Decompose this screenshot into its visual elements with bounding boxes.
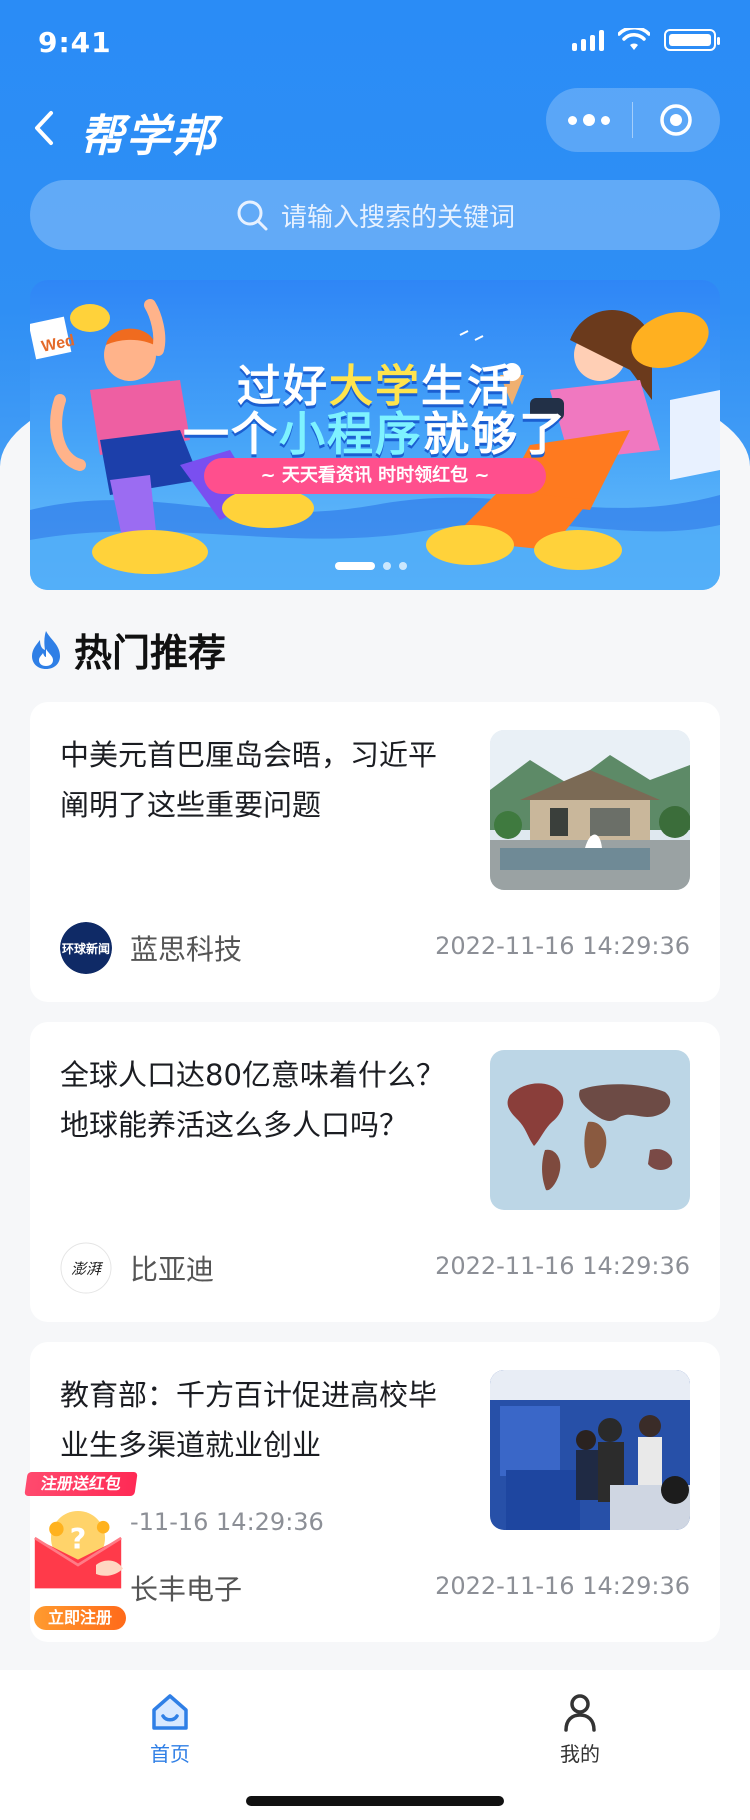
job-fair-photo [490,1370,690,1530]
tab-home-label: 首页 [150,1742,190,1766]
author-name[interactable]: 长丰电子 [130,1568,242,1608]
home-indicator [246,1796,504,1806]
tab-home[interactable]: 首页 [110,1690,230,1767]
search-placeholder: 请输入搜索的关键词 [280,202,515,233]
banner-highlight: 小程序 [279,407,423,461]
more-button[interactable] [546,88,632,152]
status-icons [572,28,720,52]
banner-headline-2: 一个小程序就够了 [30,398,720,464]
article-subtime: -11-16 14:29:36 [130,1508,324,1536]
top-navigation: 帮学邦 [0,88,750,178]
more-dot-icon [583,114,595,126]
article-title[interactable]: 教育部：千方百计促进高校毕业生多渠道就业创业 [60,1370,460,1470]
author-avatar[interactable]: 澎湃 [60,1242,112,1294]
news-logo-icon: 环球新闻 [60,922,112,974]
carousel-dot-active[interactable] [335,562,375,570]
section-header: 热门推荐 [28,622,226,677]
register-redpacket-widget[interactable]: 注册送红包 ? 立即注册 [12,1472,142,1632]
signal-icon [572,29,604,51]
author-avatar[interactable]: 环球新闻 [60,922,112,974]
status-time: 9:41 [38,26,112,59]
wifi-icon [618,28,650,50]
avatar-text: 环球新闻 [62,941,110,956]
author-name[interactable]: 蓝思科技 [130,928,242,968]
article-card[interactable]: 中美元首巴厘岛会晤，习近平阐明了这些重要问题 环球新闻 蓝思科技 2022-11… [30,702,720,1002]
more-dot-icon [601,115,610,125]
flame-icon [32,630,60,669]
article-thumbnail[interactable] [490,1050,690,1210]
register-now-button[interactable]: 立即注册 [34,1606,126,1630]
status-bar: 9:41 [0,0,750,88]
carousel-dot[interactable] [399,562,407,570]
red-envelope-icon: ? [34,1511,123,1589]
article-thumbnail[interactable] [490,730,690,890]
publish-time: 2022-11-16 14:29:36 [435,932,690,960]
target-close-icon [660,104,692,136]
home-icon [152,1694,188,1730]
redpacket-title: 注册送红包 [24,1472,138,1496]
back-button[interactable] [26,104,62,152]
article-title[interactable]: 中美元首巴厘岛会晤，习近平阐明了这些重要问题 [60,730,460,830]
building-photo [490,730,690,890]
carousel-dot[interactable] [383,562,391,570]
search-icon [237,200,268,231]
more-dot-icon [568,115,577,125]
chevron-left-icon [35,111,53,145]
banner-text: 一个 [183,407,279,461]
banner-text: 就够了 [423,407,567,461]
tab-mine-label: 我的 [560,1742,600,1766]
article-card[interactable]: 全球人口达80亿意味着什么？地球能养活这么多人口吗？ 澎湃 比亚迪 2022-1… [30,1022,720,1322]
publish-time: 2022-11-16 14:29:36 [435,1252,690,1280]
search-bar[interactable]: 请输入搜索的关键词 [30,180,720,250]
user-icon [564,1694,596,1732]
promo-banner[interactable]: Wed 过好大学生活 一个小程序就够了 ~ 天天看资讯 时时领红包 ~ [30,280,720,590]
article-title[interactable]: 全球人口达80亿意味着什么？地球能养活这么多人口吗？ [60,1050,460,1150]
carousel-indicator [335,562,407,570]
battery-icon [664,29,720,51]
banner-slogan: ~ 天天看资讯 时时领红包 ~ [204,458,546,494]
tab-mine[interactable]: 我的 [520,1690,640,1767]
avatar-text: 澎湃 [71,1260,104,1278]
pengpai-logo-icon: 澎湃 [60,1242,112,1294]
svg-text:?: ? [70,1522,87,1556]
article-thumbnail[interactable] [490,1370,690,1530]
world-map-photo [490,1050,690,1210]
publish-time: 2022-11-16 14:29:36 [435,1572,690,1600]
close-mini-program-button[interactable] [633,88,719,152]
author-name[interactable]: 比亚迪 [130,1248,214,1288]
mini-program-capsule [546,88,720,152]
app-title: 帮学邦 [80,111,218,162]
section-title: 热门推荐 [74,631,227,675]
